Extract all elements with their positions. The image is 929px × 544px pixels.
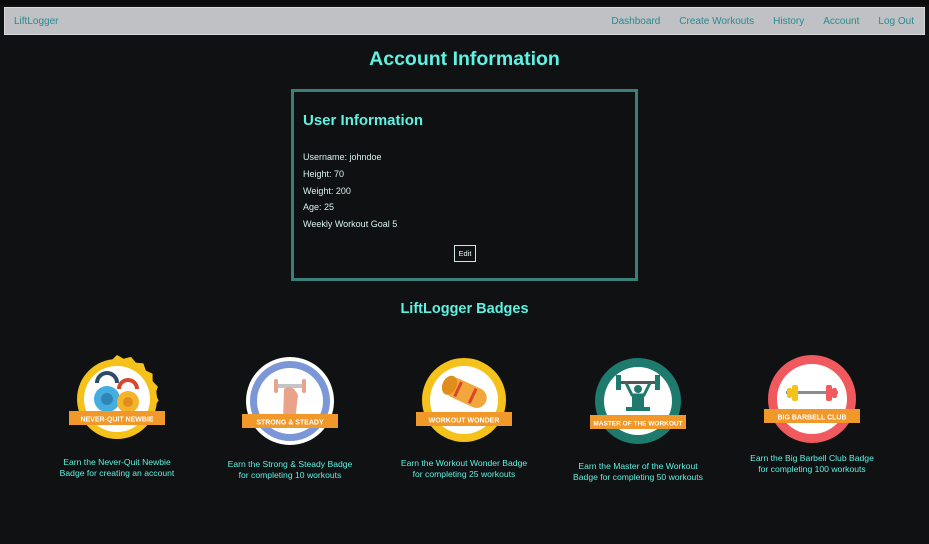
badge-caption-line: Earn the Workout Wonder Badge bbox=[400, 458, 528, 468]
badge-caption-line: Earn the Big Barbell Club Badge bbox=[750, 453, 874, 463]
nav-link-create-workouts[interactable]: Create Workouts bbox=[679, 16, 754, 27]
badge-workout-wonder: WORKOUT WONDER Earn the Workout Wonder B… bbox=[384, 344, 544, 479]
badge-caption-line: Earn the Never-Quit Newbie bbox=[63, 457, 171, 467]
page-title: Account Information bbox=[369, 48, 560, 70]
nav-link-dashboard[interactable]: Dashboard bbox=[611, 16, 660, 27]
barbell-icon: BIG BARBELL CLUB bbox=[764, 355, 860, 443]
username-text: Username: johndoe bbox=[303, 152, 382, 162]
badge-banner-text: NEVER-QUIT NEWBIE bbox=[80, 417, 153, 424]
badges-heading: LiftLogger Badges bbox=[400, 301, 529, 317]
badge-strong-and-steady: STRONG & STEADY Earn the Strong & Steady… bbox=[210, 345, 370, 480]
badge-caption: Earn the Workout Wonder Badge for comple… bbox=[384, 458, 544, 479]
user-info-list: Username: johndoe Height: 70 Weight: 200… bbox=[303, 151, 397, 235]
weight-text: Weight: 200 bbox=[303, 185, 351, 196]
nav-link-account[interactable]: Account bbox=[823, 16, 859, 27]
badge-caption-line: Badge for creating an account bbox=[59, 467, 175, 478]
user-info-card: User Information Username: johndoe Heigh… bbox=[291, 89, 638, 281]
badge-master-of-the-workout: MASTER OF THE WORKOUT Earn the Master of… bbox=[558, 345, 718, 482]
badge-caption-line: for completing 25 workouts bbox=[412, 468, 516, 479]
badge-caption-line: Earn the Master of the Workout bbox=[578, 461, 698, 471]
badge-banner-text: MASTER OF THE WORKOUT bbox=[593, 421, 682, 428]
nav-links: Dashboard Create Workouts History Accoun… bbox=[592, 16, 914, 27]
badge-caption-line: Badge for completing 50 workouts bbox=[573, 471, 703, 482]
edit-button[interactable]: Edit bbox=[454, 245, 476, 262]
height-text: Height: 70 bbox=[303, 168, 345, 179]
kettlebells-icon: NEVER-QUIT NEWBIE bbox=[69, 355, 165, 439]
badge-caption: Earn the Strong & Steady Badge for compl… bbox=[210, 459, 370, 480]
badge-caption-line: Earn the Strong & Steady Badge bbox=[227, 459, 353, 469]
badge-banner-text: WORKOUT WONDER bbox=[429, 418, 500, 425]
nav-link-log-out[interactable]: Log Out bbox=[878, 16, 914, 27]
badge-never-quit-newbie: NEVER-QUIT NEWBIE Earn the Never-Quit Ne… bbox=[37, 343, 197, 478]
badge-caption: Earn the Never-Quit Newbie Badge for cre… bbox=[37, 457, 197, 478]
nav-link-history[interactable]: History bbox=[773, 16, 804, 27]
weekly-goal-text: Weekly Workout Goal 5 bbox=[303, 219, 398, 230]
badge-banner-text: STRONG & STEADY bbox=[256, 420, 324, 427]
navbar: LiftLogger Dashboard Create Workouts His… bbox=[4, 7, 925, 35]
badge-caption: Earn the Master of the Workout Badge for… bbox=[558, 461, 718, 482]
age-text: Age: 25 bbox=[303, 202, 335, 213]
badge-caption-line: for completing 100 workouts bbox=[758, 463, 866, 474]
yoga-mat-icon: WORKOUT WONDER bbox=[416, 358, 512, 442]
badge-caption-line: for completing 10 workouts bbox=[238, 469, 342, 480]
badge-big-barbell-club: BIG BARBELL CLUB Earn the Big Barbell Cl… bbox=[732, 343, 892, 474]
badge-caption: Earn the Big Barbell Club Badge for comp… bbox=[732, 453, 892, 474]
brand-link[interactable]: LiftLogger bbox=[14, 16, 58, 27]
flexed-arm-icon: STRONG & STEADY bbox=[242, 357, 338, 445]
window-top-strip bbox=[0, 0, 929, 5]
weightlifter-icon: MASTER OF THE WORKOUT bbox=[590, 358, 686, 444]
user-info-heading: User Information bbox=[303, 112, 424, 129]
badge-banner-text: BIG BARBELL CLUB bbox=[777, 415, 846, 422]
